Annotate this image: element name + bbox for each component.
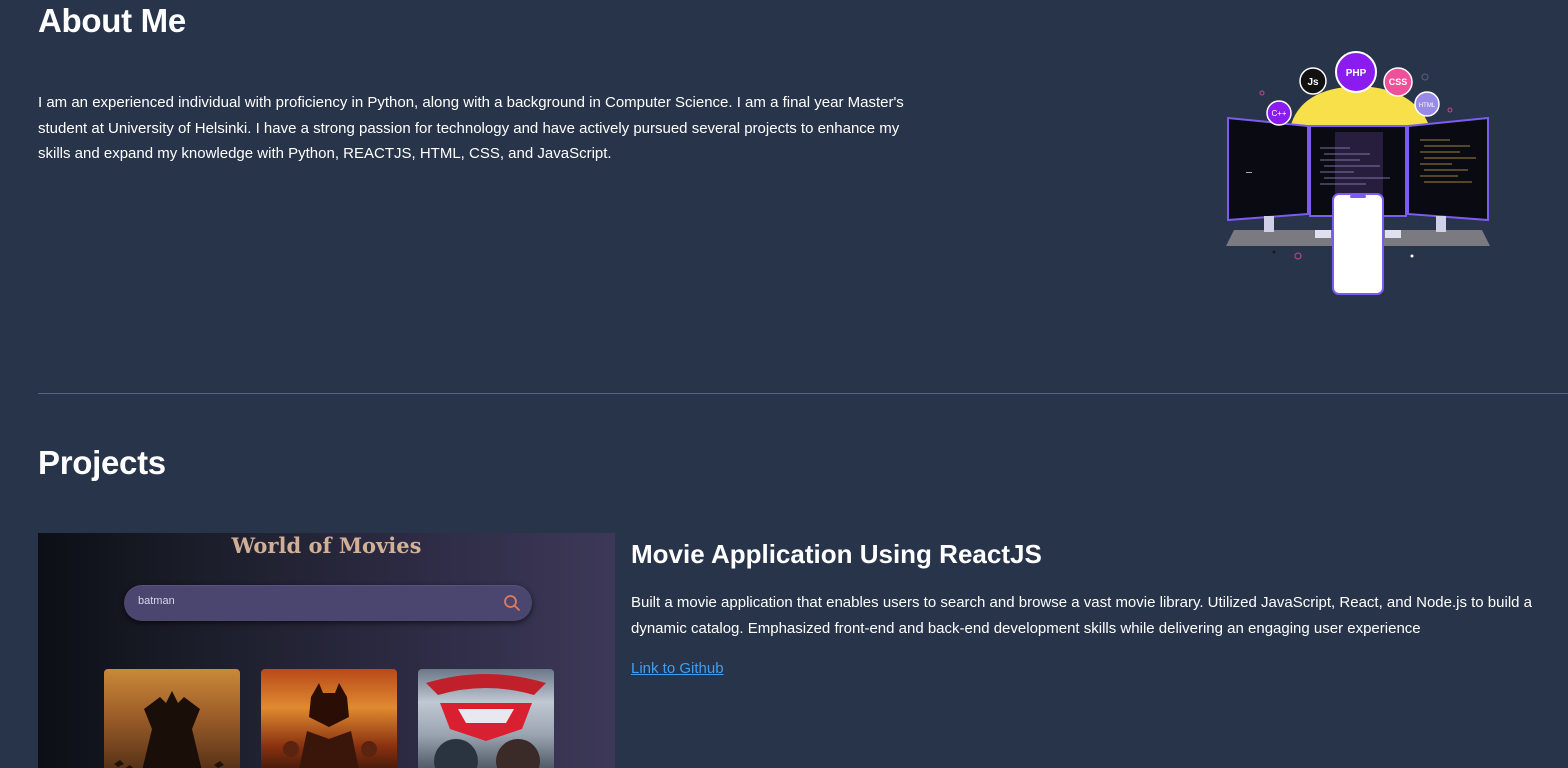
decor-dot — [1410, 254, 1414, 258]
projects-heading: Projects — [38, 444, 166, 481]
phone — [1332, 193, 1384, 295]
github-link[interactable]: Link to Github — [631, 660, 724, 677]
thumbnail-search-bar: batman — [124, 585, 532, 621]
about-me-text: I am an experienced individual with prof… — [38, 94, 904, 162]
thumbnail-heading: World of Movies — [38, 533, 615, 559]
movie-poster — [261, 669, 397, 768]
decor-dot — [1421, 73, 1429, 81]
decor-dot — [1294, 252, 1302, 260]
project-description: Built a movie application that enables u… — [631, 594, 1533, 637]
movie-poster — [104, 669, 240, 768]
portfolio-page: About Me I am an experienced individual … — [0, 0, 1568, 768]
php-badge-label: PHP — [1346, 68, 1367, 79]
cpp-badge: C++ — [1266, 100, 1292, 126]
movie-poster — [418, 669, 554, 768]
left-monitor — [1227, 116, 1309, 222]
css-badge-label: CSS — [1389, 77, 1408, 87]
cpp-badge-label: C++ — [1271, 109, 1286, 118]
thumbnail-heading-text: World of Movies — [231, 533, 422, 558]
thumbnail-search-value: batman — [138, 595, 175, 607]
css-badge: CSS — [1383, 67, 1413, 97]
keyboard — [1385, 230, 1401, 238]
js-badge: Js — [1299, 67, 1327, 95]
php-badge: PHP — [1335, 51, 1377, 93]
html-badge-label: HTML — [1419, 103, 1436, 109]
monitor-stand — [1264, 216, 1274, 232]
right-monitor — [1407, 116, 1489, 222]
section-divider — [38, 393, 1568, 394]
decor-dot — [1259, 90, 1265, 96]
js-badge-label: Js — [1307, 77, 1319, 88]
decor-dot — [1447, 107, 1453, 113]
search-icon — [504, 595, 520, 611]
about-me-heading: About Me — [38, 2, 186, 39]
developer-workstation-illustration: C++ Js PHP CSS HTML — [1226, 51, 1490, 295]
keyboard — [1315, 230, 1331, 238]
html-badge: HTML — [1414, 91, 1440, 117]
phone-notch — [1350, 195, 1366, 198]
project-thumbnail: World of Movies batman — [38, 533, 615, 768]
project-title: Movie Application Using ReactJS — [631, 539, 1042, 569]
decor-dot — [1272, 250, 1276, 254]
monitor-stand — [1436, 216, 1446, 232]
